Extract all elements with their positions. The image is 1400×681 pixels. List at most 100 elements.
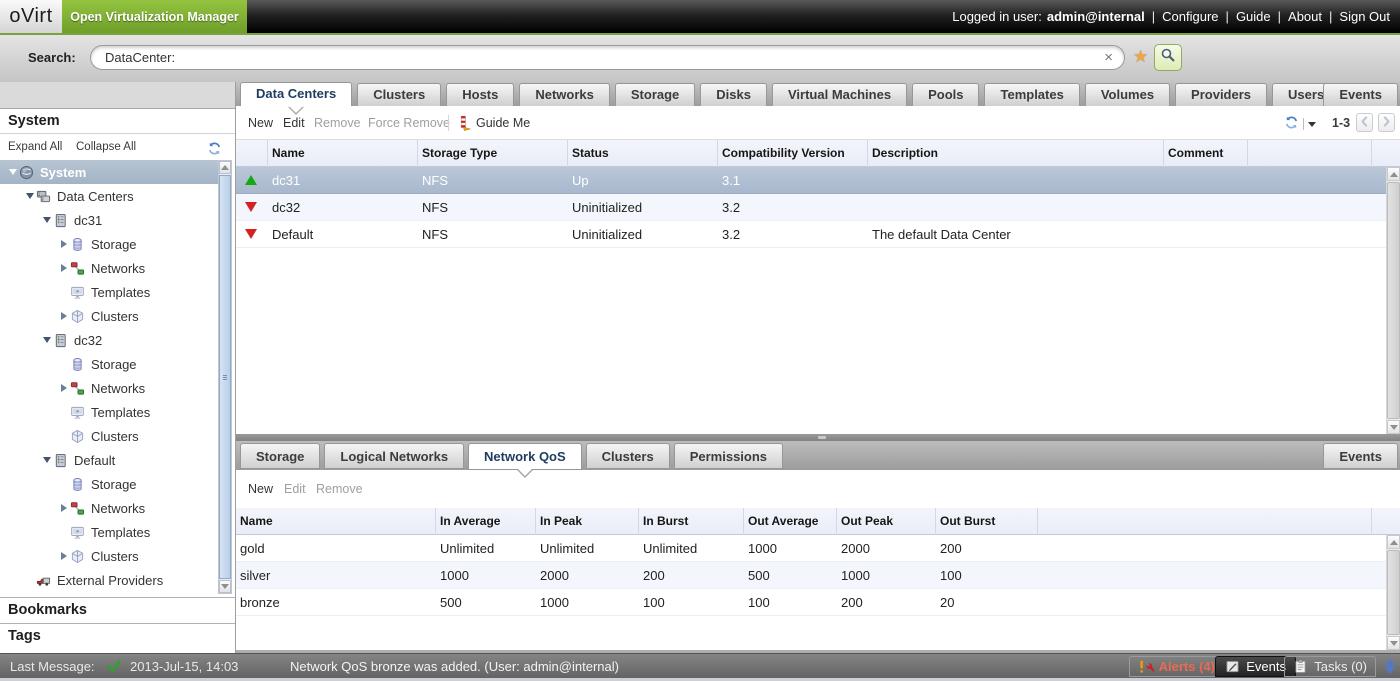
collapse-arrow-icon[interactable] (6, 169, 19, 175)
bookmark-star-icon[interactable]: ★ (1133, 48, 1148, 65)
header-link-guide[interactable]: Guide (1236, 9, 1271, 24)
subtab-events-right[interactable]: Events (1323, 443, 1398, 469)
scroll-down-icon[interactable] (219, 580, 231, 593)
column-header-name[interactable]: Name (236, 508, 436, 535)
collapse-arrow-icon[interactable] (40, 217, 53, 223)
subtab-remove-button[interactable]: Remove (316, 470, 363, 508)
tree-item-networks[interactable]: Networks (0, 256, 218, 280)
table-row-silver[interactable]: silver100020002005001000100 (236, 562, 1386, 589)
column-header-name[interactable]: Name (268, 140, 418, 167)
sidebar-section-bookmarks[interactable]: Bookmarks (0, 597, 235, 623)
tab-volumes[interactable]: Volumes (1085, 83, 1170, 106)
collapse-arrow-icon[interactable] (40, 337, 53, 343)
search-input[interactable]: DataCenter: × (90, 45, 1125, 70)
tree-item-system[interactable]: System (0, 160, 218, 184)
tree-item-data-centers[interactable]: Data Centers (0, 184, 218, 208)
tree-refresh-icon[interactable] (207, 140, 221, 154)
collapse-all-link[interactable]: Collapse All (76, 134, 136, 160)
scroll-up-icon[interactable] (1387, 535, 1400, 549)
search-button[interactable] (1154, 44, 1182, 71)
sidebar-section-tags[interactable]: Tags (0, 623, 235, 649)
table-row-default[interactable]: DefaultNFSUninitialized3.2The default Da… (236, 221, 1386, 248)
tree-item-templates[interactable]: Templates (0, 280, 218, 304)
scrollbar-thumb[interactable] (1387, 182, 1400, 419)
force-remove-button[interactable]: Force Remove (368, 106, 450, 139)
table-row-dc31[interactable]: dc31NFSUp3.1 (236, 167, 1386, 194)
tree-item-templates[interactable]: Templates (0, 400, 218, 424)
tree-item-templates[interactable]: Templates (0, 520, 218, 544)
scroll-down-icon[interactable] (1387, 636, 1400, 650)
column-header-blank[interactable] (236, 140, 268, 167)
tab-templates[interactable]: Templates (984, 83, 1079, 106)
tree-scrollbar-thumb[interactable] (219, 175, 231, 579)
subtab-new-button[interactable]: New (248, 470, 273, 508)
tab-disks[interactable]: Disks (700, 83, 767, 106)
column-header-blank[interactable] (1248, 140, 1372, 167)
header-link-configure[interactable]: Configure (1162, 9, 1218, 24)
expand-arrow-icon[interactable] (57, 264, 70, 272)
tree-item-networks[interactable]: Networks (0, 376, 218, 400)
guide-me-button[interactable]: Guide Me (476, 106, 530, 139)
subtab-permissions[interactable]: Permissions (674, 443, 783, 469)
expand-arrow-icon[interactable] (57, 504, 70, 512)
column-header-in-average[interactable]: In Average (436, 508, 536, 535)
scrollbar-thumb[interactable] (1387, 550, 1400, 635)
tree-item-networks[interactable]: Networks (0, 496, 218, 520)
column-header-out-average[interactable]: Out Average (744, 508, 837, 535)
expand-arrow-icon[interactable] (57, 384, 70, 392)
column-header-comment[interactable]: Comment (1164, 140, 1248, 167)
tab-hosts[interactable]: Hosts (446, 83, 514, 106)
scroll-up-icon[interactable] (1387, 167, 1400, 181)
tab-pools[interactable]: Pools (912, 83, 979, 106)
tree-scrollbar[interactable] (218, 160, 232, 594)
grid-scrollbar[interactable] (1386, 535, 1400, 650)
subtab-edit-button[interactable]: Edit (284, 470, 306, 508)
tree-item-clusters[interactable]: Clusters (0, 544, 218, 568)
grid-scrollbar[interactable] (1386, 167, 1400, 434)
tab-data-centers[interactable]: Data Centers (240, 82, 352, 106)
tab-storage[interactable]: Storage (615, 83, 695, 106)
expand-arrow-icon[interactable] (57, 312, 70, 320)
column-header-storage-type[interactable]: Storage Type (418, 140, 568, 167)
table-row-dc32[interactable]: dc32NFSUninitialized3.2 (236, 194, 1386, 221)
statusbar-expand-button[interactable] (1382, 656, 1398, 677)
tree-item-dc32[interactable]: dc32 (0, 328, 218, 352)
column-header-in-burst[interactable]: In Burst (639, 508, 744, 535)
subtab-logical-networks[interactable]: Logical Networks (324, 443, 464, 469)
tab-networks[interactable]: Networks (519, 83, 610, 106)
subtab-clusters[interactable]: Clusters (586, 443, 670, 469)
column-header-blank[interactable] (1038, 508, 1372, 535)
scroll-down-icon[interactable] (1387, 420, 1400, 434)
table-row-bronze[interactable]: bronze500100010010020020 (236, 589, 1386, 616)
tab-providers[interactable]: Providers (1175, 83, 1267, 106)
tab-clusters[interactable]: Clusters (357, 83, 441, 106)
tree-item-clusters[interactable]: Clusters (0, 304, 218, 328)
tree-item-default[interactable]: Default (0, 448, 218, 472)
remove-button[interactable]: Remove (314, 106, 361, 139)
refresh-dropdown-icon[interactable] (1308, 122, 1316, 127)
expand-all-link[interactable]: Expand All (8, 134, 62, 160)
tree-item-clusters[interactable]: Clusters (0, 424, 218, 448)
tree-item-storage[interactable]: Storage (0, 472, 218, 496)
tree-item-external-providers[interactable]: External Providers (0, 568, 218, 592)
table-row-gold[interactable]: goldUnlimitedUnlimitedUnlimited100020002… (236, 535, 1386, 562)
collapse-arrow-icon[interactable] (23, 193, 36, 199)
clear-search-icon[interactable]: × (1104, 46, 1113, 69)
tab-virtual-machines[interactable]: Virtual Machines (772, 83, 907, 106)
column-header-compatibility-version[interactable]: Compatibility Version (718, 140, 868, 167)
prev-page-button[interactable] (1356, 113, 1373, 132)
pane-splitter[interactable] (236, 434, 1400, 441)
tree-item-dc31[interactable]: dc31 (0, 208, 218, 232)
tasks-button[interactable]: Tasks (0) (1284, 656, 1376, 677)
collapse-arrow-icon[interactable] (40, 457, 53, 463)
header-link-about[interactable]: About (1288, 9, 1322, 24)
expand-arrow-icon[interactable] (57, 552, 70, 560)
scroll-up-icon[interactable] (219, 161, 231, 174)
column-header-description[interactable]: Description (868, 140, 1164, 167)
refresh-button[interactable] (1284, 115, 1316, 133)
column-header-in-peak[interactable]: In Peak (536, 508, 639, 535)
subtab-network-qos[interactable]: Network QoS (468, 443, 582, 470)
header-link-sign-out[interactable]: Sign Out (1339, 9, 1390, 24)
expand-arrow-icon[interactable] (57, 240, 70, 248)
tab-events-right[interactable]: Events (1323, 83, 1398, 106)
